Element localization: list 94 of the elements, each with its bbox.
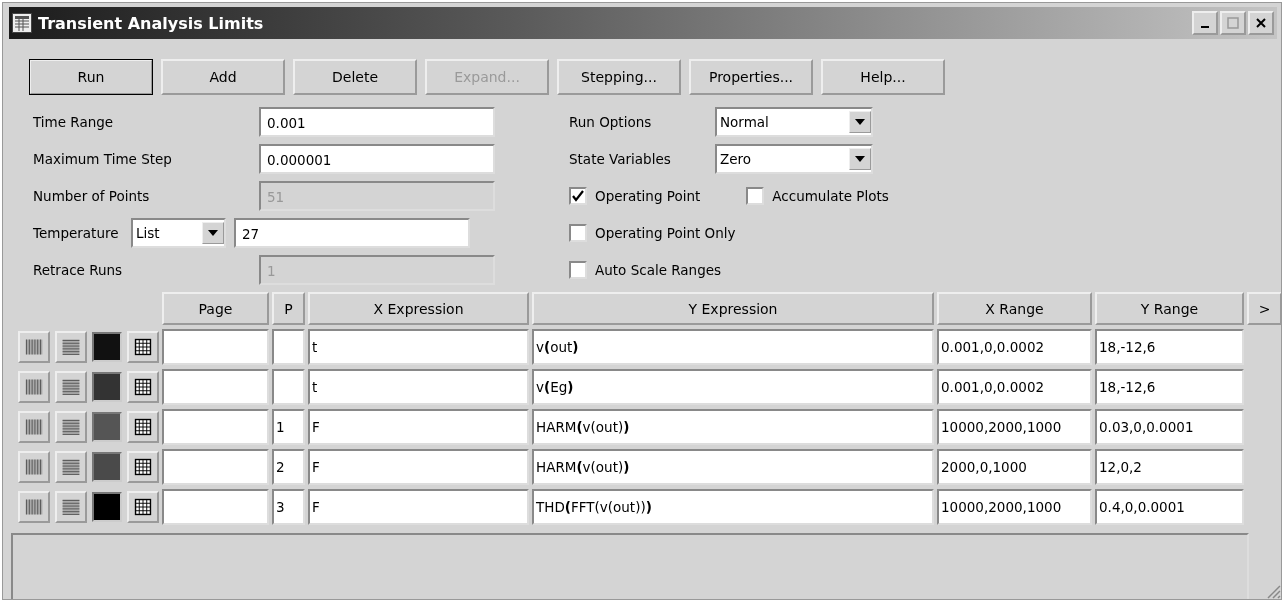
color-swatch[interactable] bbox=[92, 332, 122, 362]
field-label: Run Options bbox=[569, 113, 653, 130]
input-field[interactable]: 10000,2000,1000 bbox=[937, 489, 1092, 525]
column-header[interactable]: Page bbox=[162, 292, 269, 325]
scroll-columns-button[interactable]: > bbox=[1247, 292, 1281, 325]
column-header[interactable]: X Expression bbox=[308, 292, 529, 325]
toolbar-button[interactable]: Delete bbox=[293, 59, 417, 95]
horizontal-lines-icon[interactable] bbox=[55, 411, 87, 443]
column-header[interactable]: Y Expression bbox=[532, 292, 934, 325]
color-swatch[interactable] bbox=[92, 412, 122, 442]
horizontal-lines-icon[interactable] bbox=[55, 371, 87, 403]
input-field[interactable]: t bbox=[308, 329, 529, 365]
field-label: Maximum Time Step bbox=[33, 150, 173, 167]
input-field[interactable]: F bbox=[308, 489, 529, 525]
input-field[interactable] bbox=[272, 369, 305, 405]
minimize-icon bbox=[1201, 26, 1209, 28]
checkbox[interactable] bbox=[569, 223, 587, 242]
table-icon[interactable] bbox=[127, 491, 159, 523]
input-field[interactable] bbox=[272, 329, 305, 365]
window-title: Transient Analysis Limits bbox=[38, 13, 264, 33]
input-field[interactable]: 2000,0,1000 bbox=[937, 449, 1092, 485]
input-field[interactable] bbox=[162, 369, 269, 405]
vertical-lines-icon[interactable] bbox=[18, 331, 50, 363]
dropdown-arrow-icon bbox=[849, 147, 871, 170]
input-field[interactable]: 0.4,0,0.0001 bbox=[1095, 489, 1244, 525]
input-field[interactable] bbox=[162, 489, 269, 525]
checkbox-label: Accumulate Plots bbox=[772, 187, 889, 204]
toolbar-button[interactable]: Properties... bbox=[689, 59, 813, 95]
color-swatch[interactable] bbox=[92, 372, 122, 402]
checkbox-label: Operating Point Only bbox=[595, 224, 736, 241]
table-icon[interactable] bbox=[127, 371, 159, 403]
input-field[interactable] bbox=[162, 409, 269, 445]
vertical-lines-icon[interactable] bbox=[18, 491, 50, 523]
column-header[interactable]: X Range bbox=[937, 292, 1092, 325]
maximize-icon bbox=[1227, 17, 1239, 29]
color-swatch[interactable] bbox=[92, 452, 122, 482]
input-field[interactable]: t bbox=[308, 369, 529, 405]
color-swatch[interactable] bbox=[92, 492, 122, 522]
field-label: Retrace Runs bbox=[33, 261, 124, 278]
dropdown[interactable]: List bbox=[131, 217, 226, 248]
checkbox-label: Auto Scale Ranges bbox=[595, 261, 722, 278]
input-field[interactable]: THD(FFT(v(out))) bbox=[532, 489, 934, 525]
vertical-lines-icon[interactable] bbox=[18, 411, 50, 443]
column-header[interactable]: Y Range bbox=[1095, 292, 1244, 325]
toolbar-button[interactable]: Run bbox=[29, 59, 153, 95]
checkbox[interactable] bbox=[569, 186, 587, 205]
input-field[interactable] bbox=[162, 449, 269, 485]
field-label: Time Range bbox=[33, 113, 115, 130]
input-field[interactable]: 18,-12,6 bbox=[1095, 369, 1244, 405]
vertical-lines-icon[interactable] bbox=[18, 371, 50, 403]
input-field[interactable]: 12,0,2 bbox=[1095, 449, 1244, 485]
close-button[interactable] bbox=[1248, 11, 1274, 35]
input-field[interactable]: HARM(v(out)) bbox=[532, 409, 934, 445]
input-field[interactable]: 0.03,0,0.0001 bbox=[1095, 409, 1244, 445]
vertical-lines-icon[interactable] bbox=[18, 451, 50, 483]
field-label: Number of Points bbox=[33, 187, 151, 204]
input-field[interactable] bbox=[162, 329, 269, 365]
field-label: State Variables bbox=[569, 150, 672, 167]
field-label: Temperature bbox=[33, 224, 120, 241]
input-field[interactable]: F bbox=[308, 409, 529, 445]
dropdown[interactable]: Normal bbox=[715, 106, 873, 137]
checkbox[interactable] bbox=[746, 186, 765, 205]
toolbar-button[interactable]: Stepping... bbox=[557, 59, 681, 95]
minimize-button[interactable] bbox=[1192, 11, 1218, 35]
horizontal-lines-icon[interactable] bbox=[55, 451, 87, 483]
horizontal-lines-icon[interactable] bbox=[55, 331, 87, 363]
input-field[interactable]: 0.000001 bbox=[259, 143, 495, 174]
column-header[interactable]: P bbox=[272, 292, 305, 325]
input-field[interactable]: 2 bbox=[272, 449, 305, 485]
input-field[interactable]: 3 bbox=[272, 489, 305, 525]
toolbar-button[interactable]: Add bbox=[161, 59, 285, 95]
dropdown-arrow-icon bbox=[849, 110, 871, 133]
horizontal-lines-icon[interactable] bbox=[55, 491, 87, 523]
input-field[interactable]: v(out) bbox=[532, 329, 934, 365]
input-field[interactable]: 18,-12,6 bbox=[1095, 329, 1244, 365]
table-icon[interactable] bbox=[127, 451, 159, 483]
table-icon[interactable] bbox=[127, 331, 159, 363]
dropdown-arrow-icon bbox=[202, 221, 224, 244]
input-field[interactable]: v(Eg) bbox=[532, 369, 934, 405]
toolbar-button[interactable]: Help... bbox=[821, 59, 945, 95]
input-field[interactable]: 10000,2000,1000 bbox=[937, 409, 1092, 445]
input-field[interactable]: 1 bbox=[272, 409, 305, 445]
checkbox[interactable] bbox=[569, 260, 587, 279]
dropdown[interactable]: Zero bbox=[715, 143, 873, 174]
close-icon bbox=[1255, 17, 1267, 29]
checkbox-label: Operating Point bbox=[595, 187, 701, 204]
grid-icon bbox=[12, 13, 32, 33]
input-field[interactable]: 27 bbox=[234, 217, 470, 248]
input-field[interactable]: 0.001,0,0.0002 bbox=[937, 369, 1092, 405]
input-field[interactable]: HARM(v(out)) bbox=[532, 449, 934, 485]
input-field[interactable]: 0.001,0,0.0002 bbox=[937, 329, 1092, 365]
input-field[interactable]: F bbox=[308, 449, 529, 485]
table-icon[interactable] bbox=[127, 411, 159, 443]
input-field[interactable]: 0.001 bbox=[259, 106, 495, 137]
